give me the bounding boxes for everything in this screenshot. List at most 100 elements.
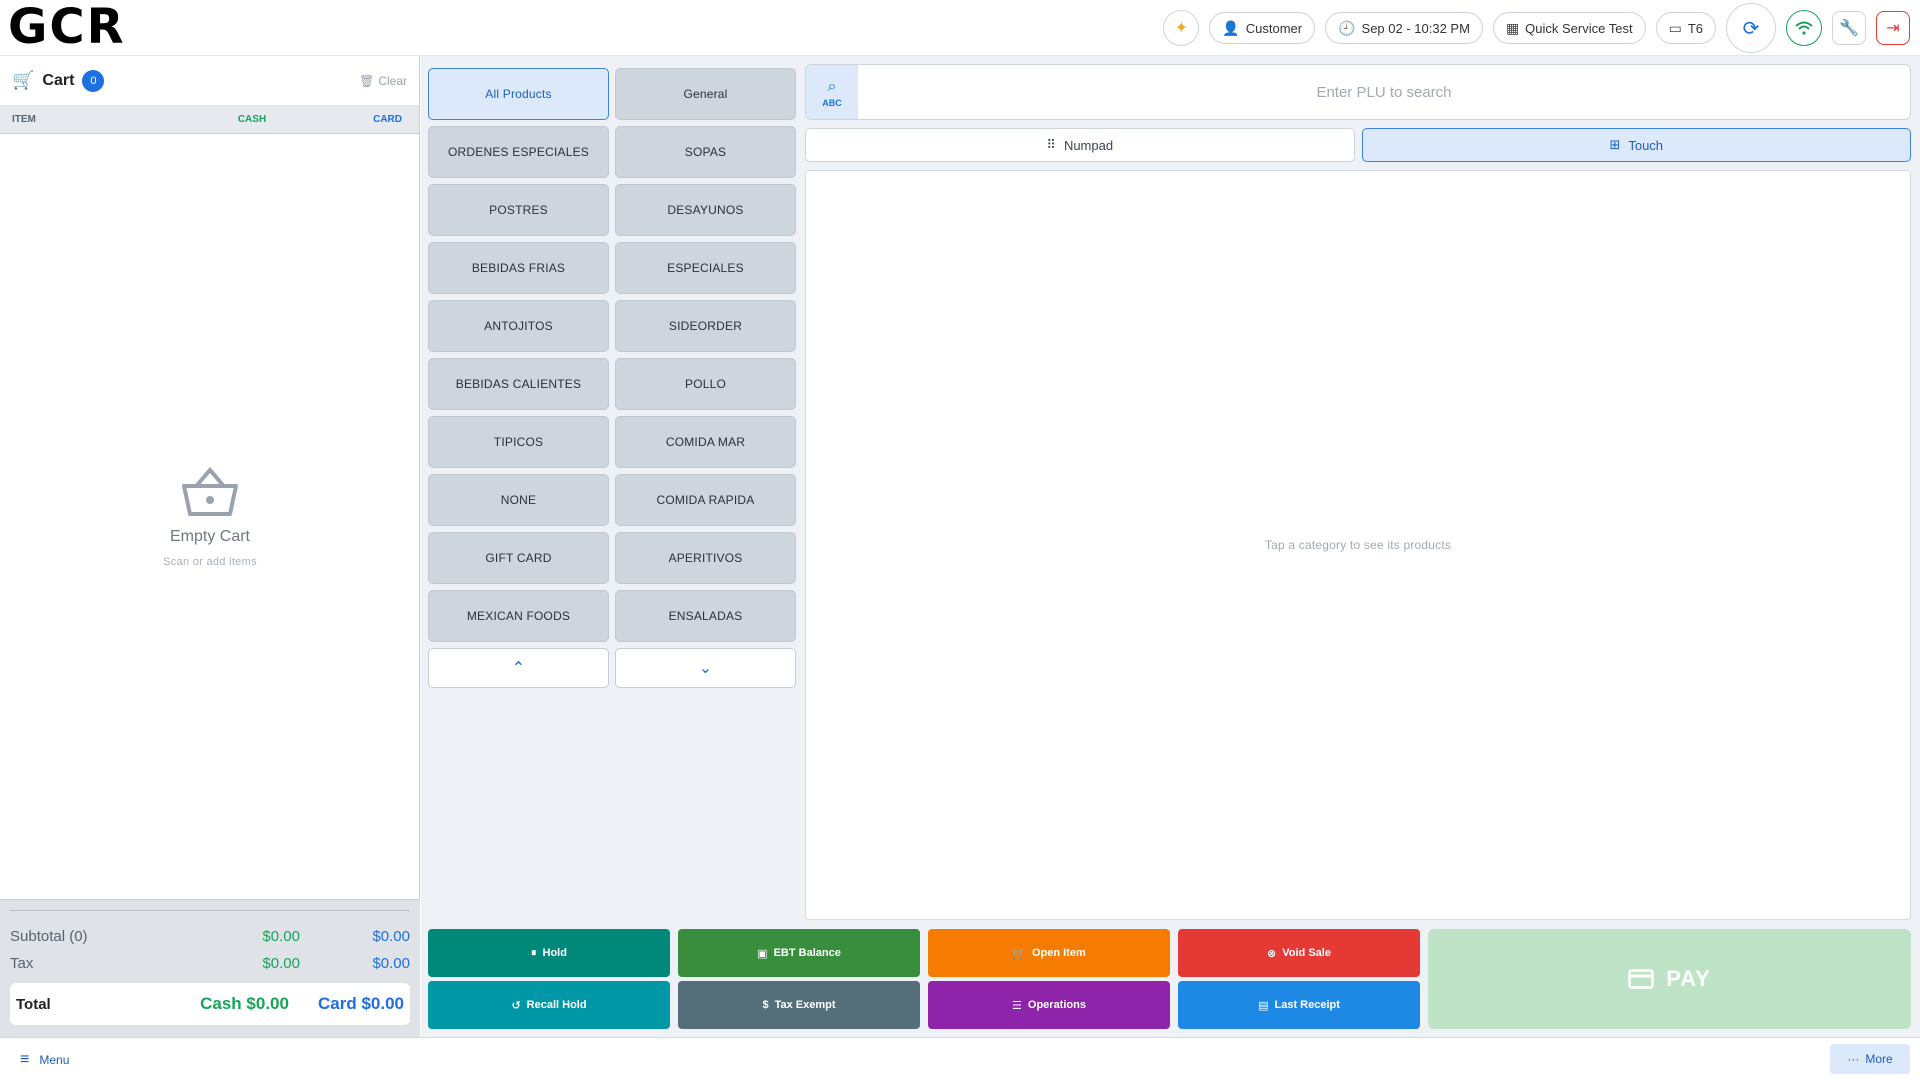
hold-button[interactable]: ⏸ Hold [428, 929, 670, 977]
chevron-down-icon: ⌄ [698, 660, 713, 677]
empty-cart-title: Empty Cart [169, 528, 250, 545]
plu-search-input[interactable] [858, 65, 1910, 119]
ebt-balance-label: EBT Balance [773, 947, 841, 959]
products-hint: Tap a category to see its products [1264, 538, 1452, 552]
open-item-button[interactable]: 🛒 Open Item [928, 929, 1170, 977]
history-icon: ↺ [511, 999, 521, 1012]
col-item: ITEM [12, 114, 36, 125]
cart-count-badge: 0 [82, 69, 105, 92]
category-bebidas-frias[interactable]: BEBIDAS FRIAS [428, 242, 609, 294]
category-all-products[interactable]: All Products [428, 68, 609, 120]
total-card: Card $0.00 [318, 994, 404, 1013]
touch-mode-button[interactable]: ⊞ Touch [1361, 128, 1911, 162]
dialpad-icon: ⠿ [1046, 137, 1056, 152]
more-button[interactable]: ··· More [1830, 1044, 1910, 1074]
scroll-up-button[interactable]: ⌃ [428, 648, 609, 688]
category-aperitivos[interactable]: APERITIVOS [615, 532, 796, 584]
category-bebidas-calientes[interactable]: BEBIDAS CALIENTES [428, 358, 609, 410]
scroll-down-button[interactable]: ⌄ [615, 648, 796, 688]
category-grid: All Products General ORDENES ESPECIALES … [428, 68, 798, 688]
credit-card-icon [1628, 969, 1654, 989]
cart-columns: ITEM CASH CARD [0, 106, 419, 134]
product-grid: Tap a category to see its products [805, 170, 1911, 920]
tools-button[interactable]: 🔧 [1832, 11, 1866, 45]
ai-sparkle-button[interactable]: ✦ [1163, 10, 1200, 46]
category-ordenes-especiales[interactable]: ORDENES ESPECIALES [428, 126, 609, 178]
category-sopas[interactable]: SOPAS [615, 126, 796, 178]
store-button[interactable]: ▦ Quick Service Test [1492, 12, 1646, 44]
pay-button[interactable]: PAY [1428, 929, 1911, 1029]
subtotal-card: $0.00 [372, 928, 410, 945]
category-antojitos[interactable]: ANTOJITOS [428, 300, 609, 352]
terminal-button[interactable]: ▭ T6 [1655, 12, 1716, 44]
empty-cart-subtitle: Scan or add items [163, 556, 257, 568]
category-especiales[interactable]: ESPECIALES [615, 242, 796, 294]
tax-card: $0.00 [372, 955, 410, 972]
category-desayunos[interactable]: DESAYUNOS [615, 184, 796, 236]
wifi-button[interactable] [1786, 10, 1822, 46]
sync-button[interactable]: ⟳ [1726, 3, 1776, 53]
search-mode-button[interactable]: ⌕ ABC [806, 65, 858, 119]
sync-icon: ⟳ [1742, 17, 1760, 40]
recall-hold-label: Recall Hold [526, 999, 587, 1011]
numpad-mode-button[interactable]: ⠿ Numpad [805, 128, 1355, 162]
category-postres[interactable]: POSTRES [428, 184, 609, 236]
input-mode-toggle: ⠿ Numpad ⊞ Touch [805, 128, 1911, 162]
recall-hold-button[interactable]: ↺ Recall Hold [428, 981, 670, 1029]
category-comida-rapida[interactable]: COMIDA RAPIDA [615, 474, 796, 526]
top-actions: ✦ 👤 Customer 🕘 Sep 02 - 10:32 PM ▦ Quick… [1163, 0, 1910, 56]
more-label: More [1865, 1052, 1893, 1066]
wrench-icon: 🔧 [1839, 20, 1859, 37]
tax-exempt-label: Tax Exempt [774, 999, 836, 1011]
category-general[interactable]: General [615, 68, 796, 120]
cancel-icon: ⊗ [1267, 947, 1277, 960]
category-pollo[interactable]: POLLO [615, 358, 796, 410]
category-gift-card[interactable]: GIFT CARD [428, 532, 609, 584]
total-row: Total Cash $0.00 Card $0.00 [10, 983, 410, 1025]
trash-icon: 🗑 [359, 73, 375, 88]
datetime-button[interactable]: 🕘 Sep 02 - 10:32 PM [1325, 12, 1483, 44]
category-ensaladas[interactable]: ENSALADAS [615, 590, 796, 642]
clear-cart-button[interactable]: 🗑 Clear [359, 74, 407, 88]
void-sale-label: Void Sale [1282, 947, 1331, 959]
category-comida-mar[interactable]: COMIDA MAR [615, 416, 796, 468]
top-bar: GCR ✦ 👤 Customer 🕘 Sep 02 - 10:32 PM ▦ Q… [0, 0, 1920, 56]
category-sideorder[interactable]: SIDEORDER [615, 300, 796, 352]
total-label: Total [16, 995, 51, 1013]
tax-label: Tax [10, 955, 34, 972]
grid-icon: ⊞ [1609, 137, 1621, 152]
category-none[interactable]: NONE [428, 474, 609, 526]
operations-label: Operations [1027, 999, 1086, 1011]
cart-title: Cart [42, 71, 75, 89]
col-card: CARD [373, 114, 402, 125]
ebt-balance-button[interactable]: ▣ EBT Balance [678, 929, 920, 977]
hold-label: Hold [542, 947, 567, 959]
customer-button[interactable]: 👤 Customer [1209, 12, 1316, 44]
operations-button[interactable]: ☰ Operations [928, 981, 1170, 1029]
clock-icon: 🕘 [1338, 19, 1356, 36]
basket-icon [182, 466, 238, 516]
tax-exempt-button[interactable]: $ Tax Exempt [678, 981, 920, 1029]
menu-button[interactable]: ≡ Menu [20, 1038, 69, 1080]
category-tipicos[interactable]: TIPICOS [428, 416, 609, 468]
last-receipt-label: Last Receipt [1274, 999, 1340, 1011]
wallet-icon: ▣ [757, 947, 768, 960]
touch-label: Touch [1628, 137, 1664, 153]
store-label: Quick Service Test [1525, 20, 1633, 36]
store-icon: ▦ [1505, 19, 1520, 36]
add-person-icon: 👤 [1222, 19, 1240, 36]
cart-totals: Subtotal (0) $0.00 $0.00 Tax $0.00 $0.00… [0, 899, 420, 1037]
cart-icon: 🛒 [12, 70, 35, 90]
void-sale-button[interactable]: ⊗ Void Sale [1178, 929, 1420, 977]
app-logo: GCR [8, 0, 126, 55]
category-mexican-foods[interactable]: MEXICAN FOODS [428, 590, 609, 642]
tax-row: Tax $0.00 $0.00 [10, 950, 410, 977]
hamburger-icon: ≡ [20, 1050, 30, 1068]
logout-button[interactable]: ⇥ [1876, 11, 1910, 45]
subtotal-cash: $0.00 [262, 928, 300, 945]
more-dots-icon: ··· [1847, 1052, 1860, 1066]
cart-header: 🛒 Cart 0 🗑 Clear [0, 56, 419, 106]
laptop-icon: ▭ [1668, 19, 1682, 36]
last-receipt-button[interactable]: ▤ Last Receipt [1178, 981, 1420, 1029]
logo-text: GCR [8, 0, 126, 55]
